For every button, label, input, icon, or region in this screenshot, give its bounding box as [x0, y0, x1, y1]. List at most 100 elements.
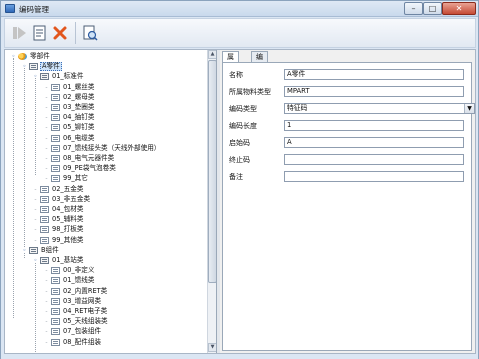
- tree-item-label: 05_天线组装类: [63, 317, 108, 326]
- category-item-icon: [51, 308, 60, 315]
- tree-item-label: 01_螺丝类: [63, 82, 95, 91]
- close-button[interactable]: ✕: [442, 2, 476, 15]
- tree-connector-icon: -: [45, 134, 48, 142]
- window-title: 编码管理: [19, 5, 49, 14]
- tree-item-label: 05_辅料类: [52, 215, 84, 224]
- tree-connector-icon: -: [45, 308, 48, 315]
- category-item-icon: [51, 93, 60, 101]
- property-input[interactable]: [284, 154, 464, 165]
- category-item-icon: [51, 104, 60, 111]
- category-item-icon: [40, 206, 49, 213]
- tree-guide-line: [24, 253, 25, 258]
- tree-connector-icon: -: [45, 83, 48, 91]
- tree-item-label: 00_非定义: [63, 266, 95, 275]
- tree-connector-icon: -: [45, 267, 48, 275]
- property-input[interactable]: A零件: [284, 69, 464, 80]
- tree-guide-line: [35, 263, 36, 352]
- tree-item-label: 02_五金类: [52, 184, 84, 193]
- app-window: 编码管理 – □ ✕ ◦ 零部件 ◦ A零件 ◦ 01_标准件 - 01_螺丝类…: [0, 0, 479, 359]
- maximize-button[interactable]: □: [423, 2, 442, 15]
- tree-item-label: 04_包材类: [52, 205, 84, 213]
- tree-connector-icon: -: [45, 318, 48, 326]
- category-tree[interactable]: ◦ 零部件 ◦ A零件 ◦ 01_标准件 -01_螺丝类 -02_螺母类 -03_垫圈类 -04_…: [5, 50, 207, 353]
- preview-button[interactable]: [82, 24, 98, 42]
- category-item-icon: [51, 114, 60, 122]
- property-input[interactable]: 1: [284, 120, 464, 131]
- tree-item-label: 零部件: [30, 52, 50, 60]
- category-item-icon: [51, 267, 60, 275]
- properties-panel: 名称 A零件 所属物料类型 MPART 编码类型 特征码 ▼ 编码长度 1 启始码 A 终止码 备注: [222, 62, 475, 351]
- category-folder-icon: [40, 257, 49, 264]
- tree-item-label: 02_内置RET类: [63, 286, 108, 295]
- minimize-button[interactable]: –: [404, 2, 423, 15]
- tree-connector-icon: -: [45, 175, 48, 183]
- tree-connector-icon: -: [45, 93, 48, 101]
- tree-connector-icon: -: [45, 165, 48, 173]
- tree-item-label: 04_抽钉类: [63, 113, 95, 122]
- property-label: 所属物料类型: [229, 88, 271, 96]
- category-item-icon: [51, 155, 60, 162]
- tree-item-label: 05_铆钉类: [63, 123, 95, 132]
- tree-connector-icon: -: [45, 144, 48, 152]
- category-item-icon: [51, 277, 60, 285]
- title-bar[interactable]: 编码管理 – □ ✕: [1, 1, 478, 17]
- tree-connector-icon: -: [45, 277, 48, 285]
- tree-vertical-scrollbar[interactable]: ▲ ▼: [207, 50, 216, 353]
- property-label: 终止码: [229, 156, 250, 164]
- category-item-icon: [51, 318, 60, 326]
- property-input[interactable]: MPART: [284, 86, 464, 97]
- scroll-down-arrow-icon[interactable]: ▼: [208, 343, 216, 352]
- tree-connector-icon: -: [34, 216, 37, 224]
- property-label: 启始码: [229, 139, 250, 147]
- category-item-icon: [51, 287, 60, 295]
- category-item-icon: [40, 216, 49, 224]
- coding-type-select[interactable]: 特征码 ▼: [284, 103, 475, 114]
- tree-connector-icon: -: [45, 155, 48, 162]
- tree-connector-icon: -: [45, 297, 48, 305]
- document-icon: [33, 25, 46, 41]
- play-button[interactable]: [12, 24, 28, 42]
- property-label: 名称: [229, 71, 243, 79]
- tree-item-label: B组件: [41, 245, 59, 254]
- tree-item-label: 08_配件组装: [63, 337, 102, 346]
- property-value: 特征码: [287, 104, 308, 112]
- tree-item-label: 01_基站类: [52, 256, 84, 264]
- property-input[interactable]: A: [284, 137, 464, 148]
- tree-item-label: 07_馈线接头类（天线外部使用）: [63, 143, 161, 152]
- tree-item-label: 98_打板类: [52, 225, 84, 234]
- delete-button[interactable]: [52, 24, 68, 42]
- property-label: 编码类型: [229, 105, 257, 113]
- category-item-icon: [51, 124, 60, 132]
- tree-item-label: A零件: [40, 62, 62, 72]
- tree-item-label: 03_垫圈类: [63, 103, 95, 111]
- play-icon: [13, 27, 26, 39]
- dropdown-arrow-icon[interactable]: ▼: [464, 104, 474, 113]
- tree-connector-icon: -: [34, 185, 37, 193]
- category-item-icon: [40, 226, 49, 234]
- new-document-button[interactable]: [32, 24, 48, 42]
- category-item-icon: [51, 297, 60, 305]
- scroll-up-arrow-icon[interactable]: ▲: [208, 50, 216, 59]
- category-item-icon: [51, 134, 60, 142]
- property-label: 备注: [229, 173, 243, 181]
- tree-connector-icon: -: [34, 195, 37, 203]
- details-pane: 属性 编码 名称A零件所属物料类型MPART编码类型特征码▼编码长度1启始码A终…: [220, 50, 475, 353]
- preview-icon: [83, 25, 98, 41]
- tree-item-label: 06_电缆类: [63, 133, 95, 142]
- tree-item-label: 03_非五金类: [52, 194, 91, 203]
- app-icon: [5, 4, 15, 13]
- tree-item-label: 04_RET电子类: [63, 307, 108, 315]
- category-item-icon: [40, 185, 49, 193]
- category-item-icon: [40, 236, 49, 244]
- property-value: A: [287, 138, 292, 146]
- property-input[interactable]: [284, 171, 464, 182]
- tree-item-label: 99_其它: [63, 174, 88, 183]
- tree-connector-icon: -: [45, 328, 48, 336]
- tree-item-label: 01_标准件: [52, 72, 84, 81]
- property-value: A零件: [287, 70, 306, 78]
- tree-item-label: 02_螺母类: [63, 92, 95, 101]
- tree-connector-icon: -: [45, 338, 48, 346]
- tree-item-label: 03_增益网类: [63, 296, 102, 305]
- category-item-icon: [51, 144, 60, 152]
- scroll-thumb[interactable]: [208, 60, 216, 283]
